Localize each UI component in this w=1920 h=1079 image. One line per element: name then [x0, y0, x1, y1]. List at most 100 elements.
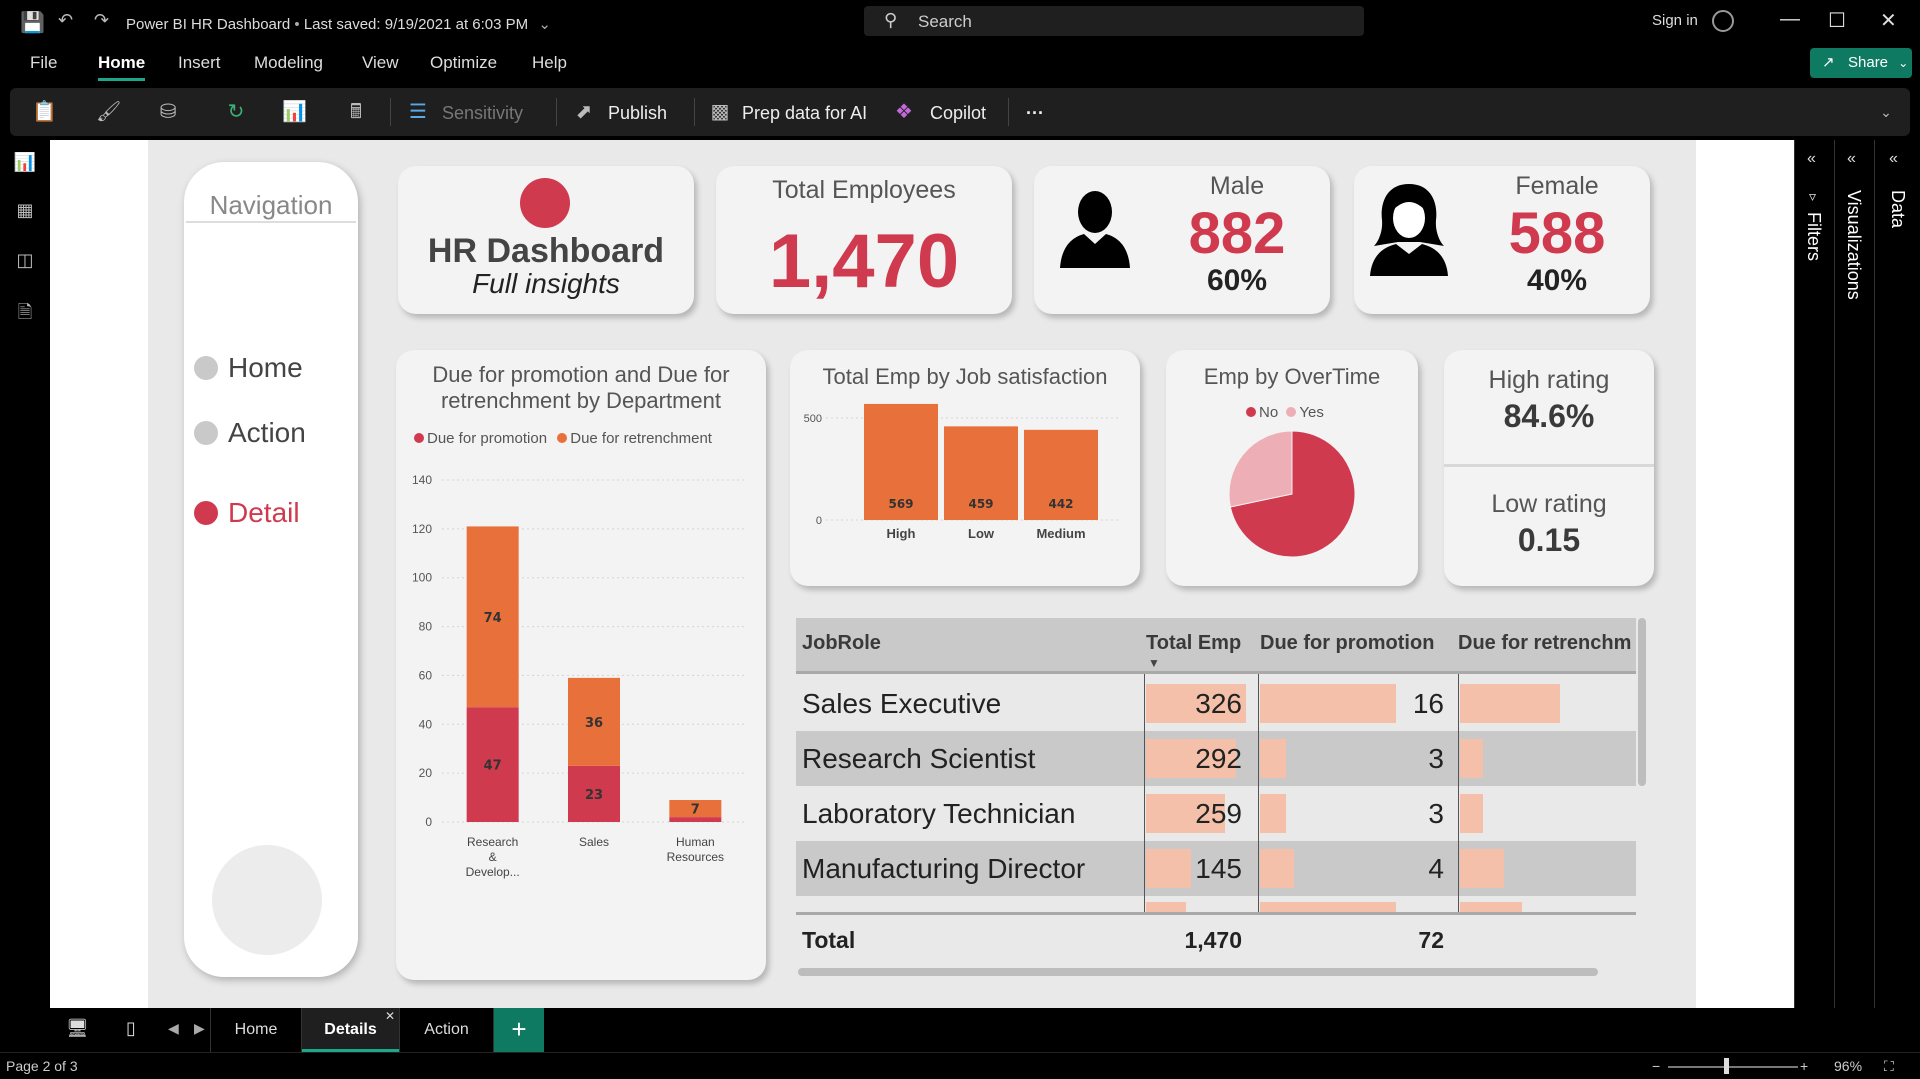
prep-data-button[interactable]: Prep data for AI [742, 103, 867, 124]
tab-details[interactable]: Details ✕ [302, 1008, 400, 1052]
menu-file[interactable]: File [30, 53, 57, 73]
menu-help[interactable]: Help [532, 53, 567, 73]
mobile-layout-icon[interactable]: ▯ [126, 1018, 136, 1039]
copilot-icon[interactable]: ❖ [892, 100, 916, 124]
legend-label-retrenchment: Due for retrenchment [570, 430, 712, 447]
get-data-icon[interactable]: ⛁ [156, 100, 180, 124]
dashboard-subtitle: Full insights [472, 268, 620, 299]
data-label: 569 [888, 497, 913, 511]
department-chart-title: Due for promotion and Due for retrenchme… [432, 362, 730, 413]
user-avatar-icon[interactable] [1712, 10, 1734, 32]
promotion-cell: 3 [1428, 743, 1444, 774]
navigation-divider [186, 221, 356, 223]
column-header-due-retrenchment[interactable]: Due for retrenchm [1458, 632, 1631, 655]
sort-descending-icon[interactable]: ▼ [1148, 656, 1160, 670]
horizontal-scrollbar[interactable] [798, 968, 1598, 976]
sign-in-link[interactable]: Sign in [1652, 12, 1698, 29]
table-row[interactable]: Manufacturing Director 145 4 [796, 841, 1636, 896]
low-rating-value: 0.15 [1517, 522, 1581, 558]
ribbon-toolbar: 📋 🖌 ⛁ ↻ 📊 🖩 ☰ Sensitivity ⬈ Publish ▩ Pr… [10, 88, 1910, 136]
y-tick-label: 20 [419, 766, 433, 780]
close-tab-icon[interactable]: ✕ [385, 994, 395, 1038]
menu-modeling[interactable]: Modeling [254, 53, 323, 73]
nav-home-button[interactable]: Home [194, 352, 303, 384]
menu-optimize[interactable]: Optimize [430, 53, 497, 73]
undo-icon[interactable]: ↶ [58, 10, 73, 31]
maximize-icon[interactable]: ☐ [1828, 8, 1846, 33]
table-row[interactable]: Laboratory Technician 259 3 [796, 786, 1636, 841]
table-view-icon[interactable]: ▦ [13, 200, 37, 224]
more-options-button[interactable]: ··· [1026, 103, 1044, 124]
next-page-icon[interactable]: ▶ [194, 1020, 205, 1037]
total-employees-card: Total Employees 1,470 [716, 166, 1012, 314]
legend-label-promotion: Due for promotion [427, 430, 548, 447]
x-tick-label: Human [676, 835, 715, 849]
zoom-slider-thumb[interactable] [1724, 1058, 1729, 1074]
visualizations-pane-label[interactable]: Visualizations [1843, 190, 1864, 300]
bar-promotion [669, 817, 722, 822]
fit-to-page-icon[interactable]: ⛶ [1884, 1058, 1894, 1075]
nav-action-button[interactable]: Action [194, 417, 306, 449]
format-painter-icon[interactable]: 🖌 [96, 100, 121, 124]
nav-bullet-icon [194, 421, 218, 445]
status-bar: Page 2 of 3 − + 96% ⛶ [0, 1052, 1920, 1079]
column-header-due-promotion[interactable]: Due for promotion [1260, 632, 1434, 655]
model-view-icon[interactable]: ◫ [13, 250, 37, 274]
menu-view[interactable]: View [362, 53, 399, 73]
ribbon-separator [556, 98, 557, 126]
menu-home[interactable]: Home [98, 53, 146, 81]
minimize-icon[interactable]: — [1780, 8, 1800, 31]
chevron-left-icon[interactable]: « [1847, 150, 1856, 168]
column-header-total-emp[interactable]: Total Emp [1146, 632, 1241, 655]
department-chart-card: Due for promotion and Due for retrenchme… [396, 350, 766, 980]
new-visual-icon[interactable]: 📊 [282, 100, 307, 124]
visualizations-pane[interactable]: « Visualizations [1834, 140, 1874, 1008]
x-tick-label: Resources [667, 850, 724, 864]
add-page-button[interactable]: + [494, 1008, 544, 1052]
dax-query-icon[interactable]: 🗎 [13, 300, 37, 324]
promotion-databar [1260, 902, 1396, 912]
tab-action[interactable]: Action [400, 1008, 494, 1052]
y-tick-label: 0 [816, 515, 822, 527]
table-row[interactable]: Research Scientist 292 3 [796, 731, 1636, 786]
data-label: 74 [484, 611, 502, 626]
share-button[interactable]: ↗ Share ⌄ [1810, 48, 1912, 78]
desktop-layout-icon[interactable]: 🖥 [66, 1018, 89, 1039]
previous-page-icon[interactable]: ◀ [168, 1020, 179, 1037]
prep-data-icon[interactable]: ▩ [708, 100, 732, 124]
zoom-in-icon[interactable]: + [1800, 1058, 1808, 1074]
redo-icon[interactable]: ↷ [94, 10, 109, 31]
filters-pane[interactable]: « ▿ Filters [1794, 140, 1834, 1008]
vertical-scrollbar[interactable] [1638, 618, 1646, 786]
chevron-down-icon[interactable]: ⌄ [1874, 100, 1898, 124]
refresh-icon[interactable]: ↻ [224, 100, 248, 124]
column-header-jobrole[interactable]: JobRole [802, 632, 881, 655]
publish-icon[interactable]: ⬈ [572, 100, 596, 124]
publish-button[interactable]: Publish [608, 103, 667, 124]
calculator-icon[interactable]: 🖩 [344, 100, 368, 124]
zoom-out-icon[interactable]: − [1652, 1058, 1660, 1074]
nav-detail-button[interactable]: Detail [194, 497, 300, 529]
promotion-cell: 3 [1428, 798, 1444, 829]
data-pane[interactable]: « Data [1874, 140, 1920, 1008]
data-pane-label[interactable]: Data [1887, 190, 1908, 228]
close-icon[interactable]: ✕ [1880, 8, 1897, 33]
chevron-left-icon[interactable]: « [1889, 150, 1898, 168]
search-input[interactable]: ⚲ Search [864, 6, 1364, 36]
save-icon[interactable]: 💾 [20, 10, 45, 35]
x-tick-label: Low [968, 526, 995, 541]
paste-icon[interactable]: 📋 [32, 100, 57, 124]
legend-label-yes: Yes [1299, 404, 1324, 421]
tab-home[interactable]: Home [210, 1008, 302, 1052]
job-satisfaction-bar-chart: 0 500 569 High 459 Low 442 Medium [804, 403, 1120, 541]
table-row[interactable]: Sales Executive 326 16 [796, 676, 1636, 731]
filters-pane-label[interactable]: Filters [1803, 212, 1824, 261]
ribbon-separator [694, 98, 695, 126]
chevron-down-icon[interactable]: ⌄ [538, 16, 551, 33]
chevron-left-icon[interactable]: « [1807, 150, 1816, 168]
menu-insert[interactable]: Insert [178, 53, 221, 73]
male-person-icon [1060, 191, 1130, 268]
copilot-button[interactable]: Copilot [930, 103, 986, 124]
report-view-icon[interactable]: 📊 [13, 152, 37, 176]
zoom-slider-track[interactable] [1668, 1066, 1798, 1068]
